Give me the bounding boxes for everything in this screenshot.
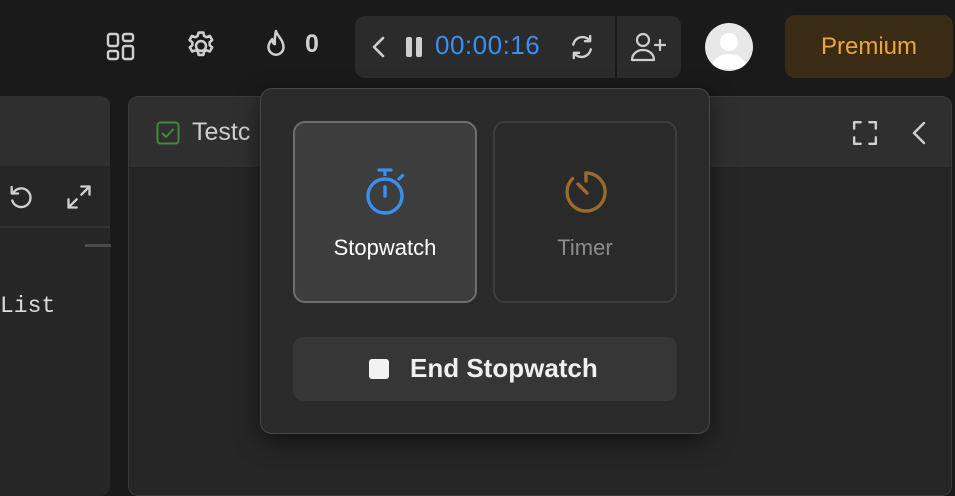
editor-scroll-marker bbox=[85, 244, 111, 247]
pause-icon[interactable] bbox=[403, 35, 425, 59]
timer-mode-popover: Stopwatch Timer End Stopwatch bbox=[260, 88, 710, 434]
editor-header bbox=[0, 96, 110, 166]
stopwatch-option[interactable]: Stopwatch bbox=[293, 121, 477, 303]
fullscreen-icon[interactable] bbox=[851, 119, 879, 147]
layout-grid-icon[interactable] bbox=[104, 30, 138, 64]
streak-count: 0 bbox=[305, 30, 319, 58]
chevron-left-icon[interactable] bbox=[367, 34, 391, 60]
avatar-user-icon bbox=[711, 33, 747, 69]
timer-divider bbox=[615, 16, 617, 78]
avatar[interactable] bbox=[705, 23, 753, 71]
undo-icon[interactable] bbox=[6, 182, 36, 212]
timer-option[interactable]: Timer bbox=[493, 121, 677, 303]
stop-square-icon bbox=[369, 359, 389, 379]
timer-label: Timer bbox=[557, 235, 613, 260]
end-stopwatch-label: End Stopwatch bbox=[410, 353, 598, 383]
timer-control-group: 00:00:16 bbox=[355, 16, 681, 78]
checkbox-check-icon bbox=[155, 120, 181, 146]
premium-button[interactable]: Premium bbox=[785, 15, 953, 78]
expand-icon[interactable] bbox=[64, 182, 94, 212]
testcase-tab-title[interactable]: Testc bbox=[192, 118, 250, 147]
add-user-icon[interactable] bbox=[629, 30, 667, 64]
flame-icon[interactable] bbox=[260, 28, 292, 64]
gear-icon[interactable] bbox=[183, 28, 219, 64]
code-line[interactable]: List bbox=[0, 293, 55, 319]
stopwatch-icon bbox=[361, 167, 409, 217]
top-navigation-bar: 0 00:00:16 Premium bbox=[0, 0, 955, 92]
timer-icon bbox=[563, 169, 609, 215]
timer-display[interactable]: 00:00:16 bbox=[435, 30, 540, 61]
reset-icon[interactable] bbox=[567, 32, 597, 62]
collapse-chevron-icon[interactable] bbox=[907, 119, 931, 147]
end-stopwatch-button[interactable]: End Stopwatch bbox=[293, 337, 677, 401]
stopwatch-label: Stopwatch bbox=[333, 235, 437, 260]
editor-toolbar bbox=[0, 166, 110, 228]
